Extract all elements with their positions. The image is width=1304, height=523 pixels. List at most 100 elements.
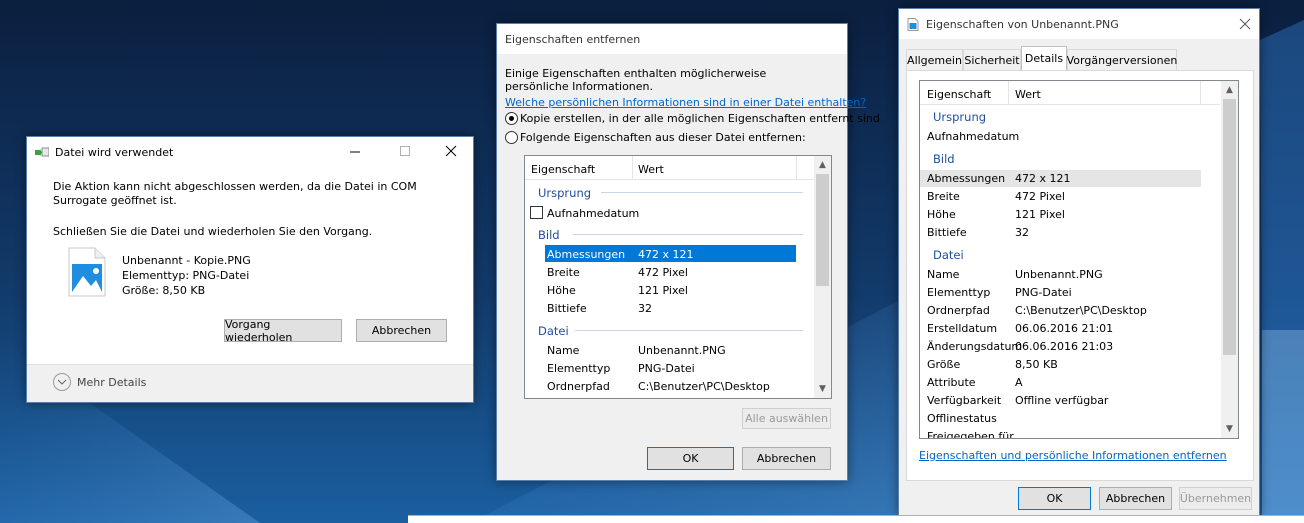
row-name[interactable]: Freigegeben für: [927, 430, 1014, 438]
group-file: Datei: [933, 248, 964, 262]
close-button[interactable]: [1239, 18, 1251, 30]
group-origin: Ursprung: [933, 110, 987, 124]
row-value: 32: [638, 302, 652, 315]
remove-properties-link[interactable]: Eigenschaften und persönliche Informatio…: [919, 449, 1227, 462]
scroll-up-icon[interactable]: ▲: [1221, 85, 1238, 95]
row-value: A: [1015, 376, 1023, 389]
tab-general[interactable]: Allgemein: [906, 49, 963, 70]
select-all-button[interactable]: Alle auswählen: [742, 408, 831, 429]
row-name[interactable]: Breite: [927, 190, 960, 203]
row-value: 472 x 121: [1015, 172, 1071, 185]
file-properties-titlebar[interactable]: Eigenschaften von Unbenannt.PNG: [899, 9, 1259, 39]
tab-security[interactable]: Sicherheit: [963, 49, 1021, 70]
file-type: Elementtyp: PNG-Datei: [122, 269, 250, 282]
scroll-up-icon[interactable]: ▲: [814, 160, 831, 170]
vertical-scrollbar[interactable]: ▲ ▼: [814, 156, 831, 398]
intro-text: Einige Eigenschaften enthalten möglicher…: [505, 67, 767, 93]
row-name[interactable]: Attribute: [927, 376, 976, 389]
row-value: 06.06.2016 21:03: [1015, 340, 1114, 353]
file-in-use-title: Datei wird verwendet: [55, 145, 174, 159]
scroll-down-icon[interactable]: ▼: [1221, 424, 1238, 434]
row-value: 472 Pixel: [1015, 190, 1065, 203]
col-value-header[interactable]: Wert: [638, 163, 664, 176]
row-name[interactable]: Elementtyp: [927, 286, 990, 299]
file-properties-dialog: Eigenschaften von Unbenannt.PNG Allgemei…: [898, 8, 1260, 516]
remove-properties-titlebar[interactable]: Eigenschaften entfernen: [497, 24, 847, 54]
row-value: 32: [1015, 226, 1029, 239]
row-name[interactable]: Erstelldatum: [927, 322, 997, 335]
capture-date-label[interactable]: Aufnahmedatum: [927, 130, 1019, 143]
row-name[interactable]: Höhe: [547, 284, 576, 297]
row-name[interactable]: Name: [547, 344, 579, 357]
row-name: Abmessungen: [927, 172, 1006, 185]
row-value: 121 Pixel: [1015, 208, 1065, 221]
row-name[interactable]: Größe: [927, 358, 960, 371]
row-name: Abmessungen: [547, 248, 626, 261]
file-size: Größe: 8,50 KB: [122, 284, 206, 297]
group-divider: [573, 234, 803, 235]
col-property-header[interactable]: Eigenschaft: [531, 163, 595, 176]
col-property-header[interactable]: Eigenschaft: [927, 88, 991, 101]
tab-details[interactable]: Details: [1021, 46, 1067, 70]
row-value: C:\Benutzer\PC\Desktop: [638, 380, 770, 393]
file-move-icon: [35, 147, 50, 157]
copy-option-label[interactable]: Kopie erstellen, in der alle möglichen E…: [520, 112, 880, 125]
ok-button[interactable]: OK: [1018, 487, 1091, 510]
row-value: 472 x 121: [638, 248, 694, 261]
image-file-icon: [67, 247, 107, 297]
row-name[interactable]: Breite: [547, 266, 580, 279]
cancel-button[interactable]: Abbrechen: [1099, 487, 1172, 510]
minimize-button[interactable]: [349, 145, 361, 157]
retry-button[interactable]: Vorgang wiederholen: [224, 318, 342, 344]
capture-date-checkbox[interactable]: [530, 206, 543, 219]
row-name[interactable]: Höhe: [927, 208, 956, 221]
row-value: Unbenannt.PNG: [1015, 268, 1103, 281]
copy-option-radio[interactable]: [505, 112, 518, 125]
close-button[interactable]: [445, 145, 457, 157]
vertical-scrollbar[interactable]: ▲ ▼: [1221, 81, 1238, 438]
file-name: Unbenannt - Kopie.PNG: [122, 254, 251, 267]
row-name[interactable]: Bittiefe: [927, 226, 967, 239]
remove-property-list: Eigenschaft Wert Ursprung Aufnahmedatum …: [524, 155, 832, 399]
col-value-header[interactable]: Wert: [1015, 88, 1041, 101]
capture-date-label[interactable]: Aufnahmedatum: [547, 207, 639, 220]
personal-info-help-link[interactable]: Welche persönlichen Informationen sind i…: [505, 96, 866, 109]
row-name[interactable]: Bittiefe: [547, 302, 587, 315]
group-divider: [601, 192, 803, 193]
details-property-list: Eigenschaft Wert Ursprung Aufnahmedatum …: [919, 80, 1239, 439]
cancel-button[interactable]: Abbrechen: [742, 447, 831, 470]
cancel-button[interactable]: Abbrechen: [356, 319, 447, 342]
row-name[interactable]: Name: [927, 268, 959, 281]
remove-option-label[interactable]: Folgende Eigenschaften aus dieser Datei …: [520, 131, 806, 144]
tab-previous-versions[interactable]: Vorgängerversionen: [1067, 49, 1177, 70]
row-name[interactable]: Ordnerpfad: [547, 380, 610, 393]
ok-button[interactable]: OK: [647, 447, 734, 470]
row-name[interactable]: Verfügbarkeit: [927, 394, 1001, 407]
row-value: 8,50 KB: [1015, 358, 1058, 371]
group-file: Datei: [538, 324, 569, 338]
row-value: PNG-Datei: [1015, 286, 1072, 299]
group-origin: Ursprung: [538, 186, 592, 200]
remove-option-radio[interactable]: [505, 131, 518, 144]
row-value: 121 Pixel: [638, 284, 688, 297]
row-name[interactable]: Ordnerpfad: [927, 304, 990, 317]
more-details-toggle[interactable]: Mehr Details: [53, 373, 146, 391]
row-name[interactable]: Änderungsdatum: [927, 340, 1022, 353]
apply-button[interactable]: Übernehmen: [1179, 487, 1252, 510]
row-value: 06.06.2016 21:01: [1015, 322, 1114, 335]
row-value: Offline verfügbar: [1015, 394, 1109, 407]
file-in-use-titlebar[interactable]: Datei wird verwendet: [27, 137, 473, 167]
row-name[interactable]: Offlinestatus: [927, 412, 997, 425]
more-details-label: Mehr Details: [77, 375, 147, 389]
file-in-use-message: Die Aktion kann nicht abgeschlossen werd…: [53, 180, 417, 207]
scroll-down-icon[interactable]: ▼: [814, 384, 831, 394]
col-divider: [796, 156, 797, 180]
scroll-thumb[interactable]: [1223, 99, 1236, 355]
file-properties-title: Eigenschaften von Unbenannt.PNG: [926, 17, 1119, 31]
details-tab-panel: Eigenschaft Wert Ursprung Aufnahmedatum …: [906, 70, 1254, 481]
row-value: 472 Pixel: [638, 266, 688, 279]
file-in-use-dialog: Datei wird verwendet Die Aktion kann nic…: [26, 136, 474, 403]
row-name[interactable]: Elementtyp: [547, 362, 610, 375]
scroll-thumb[interactable]: [816, 174, 829, 286]
maximize-button[interactable]: [399, 145, 411, 157]
